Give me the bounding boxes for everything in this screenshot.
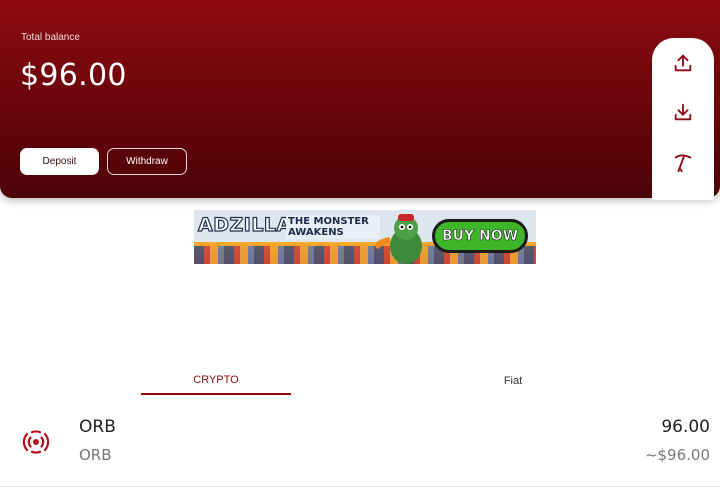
pickaxe-icon[interactable] — [668, 148, 698, 178]
ad-banner[interactable]: ADZILLA THE MONSTER AWAKENS BUY NOW — [194, 210, 536, 264]
asset-amount: 96.00 — [661, 417, 710, 437]
total-balance-label: Total balance — [21, 32, 80, 43]
ad-title: ADZILLA — [197, 213, 292, 236]
asset-fiat-value: ~$96.00 — [644, 446, 710, 464]
withdraw-button[interactable]: Withdraw — [107, 148, 187, 175]
download-icon[interactable] — [668, 97, 698, 127]
row-divider — [0, 486, 720, 487]
asset-symbol: ORB — [79, 446, 112, 464]
ad-buy-now-button[interactable]: BUY NOW — [432, 219, 528, 253]
monster-icon — [376, 214, 422, 264]
side-action-panel — [652, 38, 714, 200]
asset-name: ORB — [79, 417, 116, 437]
upload-icon[interactable] — [668, 48, 698, 78]
asset-row-orb[interactable]: ORB ORB 96.00 ~$96.00 — [0, 410, 720, 472]
total-balance-amount: $96.00 — [20, 58, 127, 93]
deposit-button[interactable]: Deposit — [20, 148, 99, 175]
balance-card: Total balance $96.00 Deposit Withdraw — [0, 0, 720, 198]
tab-crypto[interactable]: CRYPTO — [141, 367, 291, 395]
tab-fiat[interactable]: Fiat — [438, 367, 588, 395]
orb-icon — [22, 428, 50, 456]
ad-subtitle: THE MONSTER AWAKENS — [286, 215, 380, 239]
